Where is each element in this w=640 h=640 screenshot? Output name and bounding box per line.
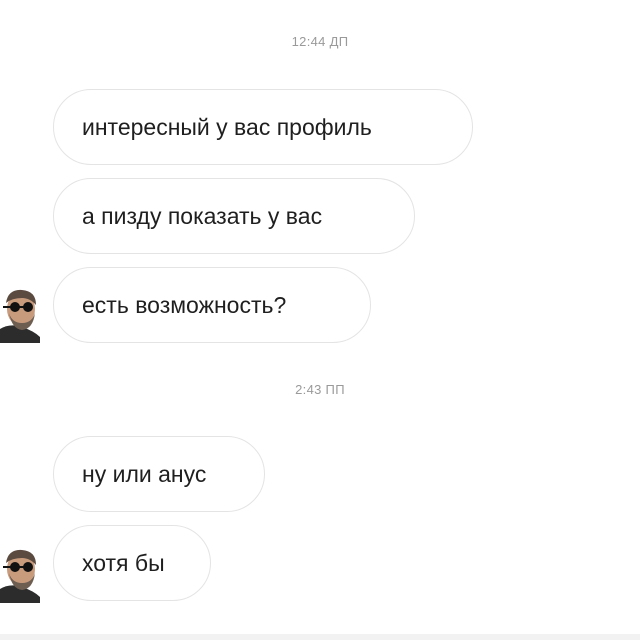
message-text: хотя бы <box>82 549 165 576</box>
message-bubble-5[interactable]: хотя бы <box>53 525 211 601</box>
message-text: ну или анус <box>82 460 207 487</box>
divider <box>0 634 640 640</box>
message-bubble-1[interactable]: интересный у вас профиль <box>53 89 473 165</box>
avatar-icon <box>0 283 40 343</box>
message-bubble-4[interactable]: ну или анус <box>53 436 265 512</box>
message-text: интересный у вас профиль <box>82 113 372 140</box>
timestamp-1: 12:44 ДП <box>291 34 349 49</box>
avatar-icon <box>0 543 40 603</box>
message-bubble-3[interactable]: есть возможность? <box>53 267 371 343</box>
chat-screen: 12:44 ДП интересный у вас профиль а пизд… <box>0 0 640 640</box>
sender-avatar-1[interactable] <box>0 283 40 343</box>
message-text: а пизду показать у вас <box>82 202 323 229</box>
message-text: есть возможность? <box>82 291 287 318</box>
message-bubble-2[interactable]: а пизду показать у вас <box>53 178 415 254</box>
timestamp-2: 2:43 ПП <box>295 382 345 397</box>
sender-avatar-2[interactable] <box>0 543 40 603</box>
